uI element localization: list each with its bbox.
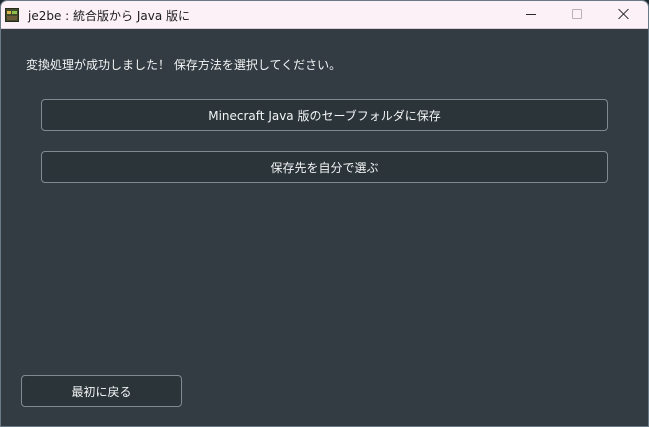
title-bar[interactable]: je2be : 統合版から Java 版に xyxy=(1,1,648,29)
close-icon xyxy=(618,8,629,19)
back-to-start-label: 最初に戻る xyxy=(71,384,132,399)
window-title: je2be : 統合版から Java 版に xyxy=(28,9,191,23)
back-to-start-button[interactable]: 最初に戻る xyxy=(21,375,182,407)
choose-destination-label: 保存先を自分で選ぶ xyxy=(270,160,379,175)
save-to-java-folder-label: Minecraft Java 版のセーブフォルダに保存 xyxy=(208,108,441,123)
close-button[interactable] xyxy=(600,1,646,28)
choose-destination-button[interactable]: 保存先を自分で選ぶ xyxy=(41,151,608,183)
minimize-button[interactable] xyxy=(508,1,554,28)
app-icon xyxy=(5,8,19,22)
save-to-java-folder-button[interactable]: Minecraft Java 版のセーブフォルダに保存 xyxy=(41,99,608,131)
app-window: je2be : 統合版から Java 版に 変換処理が成功しました！ 保存方法を… xyxy=(0,0,649,427)
maximize-button[interactable] xyxy=(554,1,600,28)
status-message: 変換処理が成功しました！ 保存方法を選択してください。 xyxy=(26,58,342,72)
maximize-icon xyxy=(572,9,582,19)
minimize-icon xyxy=(526,14,536,15)
